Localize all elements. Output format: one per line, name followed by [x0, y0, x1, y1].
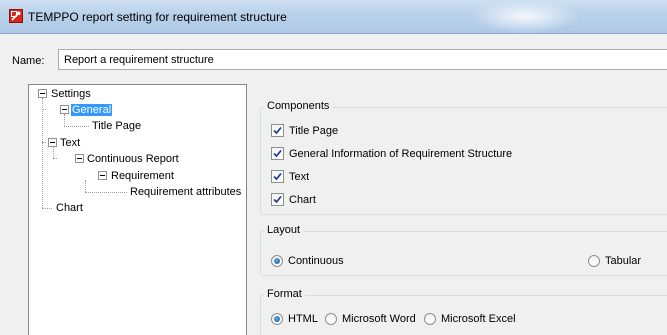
tree-line: [42, 98, 43, 208]
html-radio[interactable]: [271, 313, 283, 325]
tree-item-label: General: [71, 104, 113, 116]
tree-item-label: Title Page: [92, 120, 142, 132]
name-input[interactable]: Report a requirement structure: [58, 49, 667, 70]
title-bar-glow: [470, 0, 580, 33]
settings-detail-panel: Components Title Page General Informatio…: [250, 84, 667, 335]
microsoft-excel-radio[interactable]: [424, 313, 436, 325]
radio-label: Microsoft Word: [342, 313, 416, 325]
checkbox-label: Title Page: [289, 125, 339, 137]
tree-item-chart[interactable]: Chart: [55, 201, 84, 215]
tree-line: [85, 192, 127, 193]
title-page-checkbox[interactable]: [271, 124, 284, 137]
tree-item-continuous-report[interactable]: Continuous Report: [86, 152, 180, 166]
tree-line: [85, 180, 86, 192]
tree-item-label: Chart: [56, 202, 83, 214]
radio-label: Continuous: [288, 255, 344, 267]
microsoft-word-radio[interactable]: [325, 313, 337, 325]
text-checkbox[interactable]: [271, 170, 284, 183]
general-information-checkbox[interactable]: [271, 147, 284, 160]
components-group-title: Components: [264, 100, 333, 113]
settings-tree[interactable]: Settings General Title Page Text Continu…: [28, 84, 247, 335]
radio-label: Tabular: [605, 255, 642, 267]
text-collapse-icon[interactable]: [48, 138, 57, 147]
name-label: Name:: [12, 55, 45, 67]
title-bar[interactable]: TEMPPO report setting for requirement st…: [0, 0, 667, 34]
checkbox-label: Chart: [289, 194, 316, 206]
tree-line: [53, 158, 57, 159]
radio-label: HTML: [288, 313, 318, 325]
checkbox-label: Text: [289, 171, 310, 183]
tree-item-general[interactable]: General: [71, 103, 113, 117]
settings-collapse-icon[interactable]: [38, 89, 47, 98]
tree-line: [42, 142, 46, 143]
tree-item-requirement[interactable]: Requirement: [110, 169, 175, 183]
requirement-collapse-icon[interactable]: [98, 171, 107, 180]
app-icon: [9, 9, 23, 23]
tree-line: [42, 208, 52, 209]
radio-label: Microsoft Excel: [441, 313, 516, 325]
checkbox-label: General Information of Requirement Struc…: [289, 148, 513, 160]
tree-line: [64, 114, 65, 126]
layout-group-title: Layout: [264, 224, 304, 237]
components-group: Components Title Page General Informatio…: [260, 100, 667, 215]
tree-item-text[interactable]: Text: [59, 136, 81, 150]
general-collapse-icon[interactable]: [60, 105, 69, 114]
tree-item-label: Requirement: [111, 170, 174, 182]
tree-item-requirement-attributes[interactable]: Requirement attributes: [129, 185, 242, 199]
format-group-title: Format: [264, 288, 305, 301]
window-title: TEMPPO report setting for requirement st…: [28, 10, 287, 24]
format-group: Format HTML Microsoft Word Microsoft Exc…: [260, 288, 667, 335]
continuous-report-collapse-icon[interactable]: [75, 154, 84, 163]
tree-item-label: Text: [60, 137, 81, 149]
tree-line: [64, 126, 89, 127]
report-settings-window: TEMPPO report setting for requirement st…: [0, 0, 667, 335]
tree-item-title-page[interactable]: Title Page: [91, 119, 142, 133]
tree-line: [53, 147, 54, 158]
layout-group: Layout Continuous Tabular: [260, 224, 667, 276]
tree-item-label: Continuous Report: [87, 153, 179, 165]
chart-checkbox[interactable]: [271, 193, 284, 206]
tabular-radio[interactable]: [588, 255, 600, 267]
tree-item-settings[interactable]: Settings: [50, 87, 92, 101]
tree-line: [42, 109, 46, 110]
tree-item-label: Settings: [51, 88, 91, 100]
continuous-radio[interactable]: [271, 255, 283, 267]
tree-item-label: Requirement attributes: [130, 186, 242, 198]
